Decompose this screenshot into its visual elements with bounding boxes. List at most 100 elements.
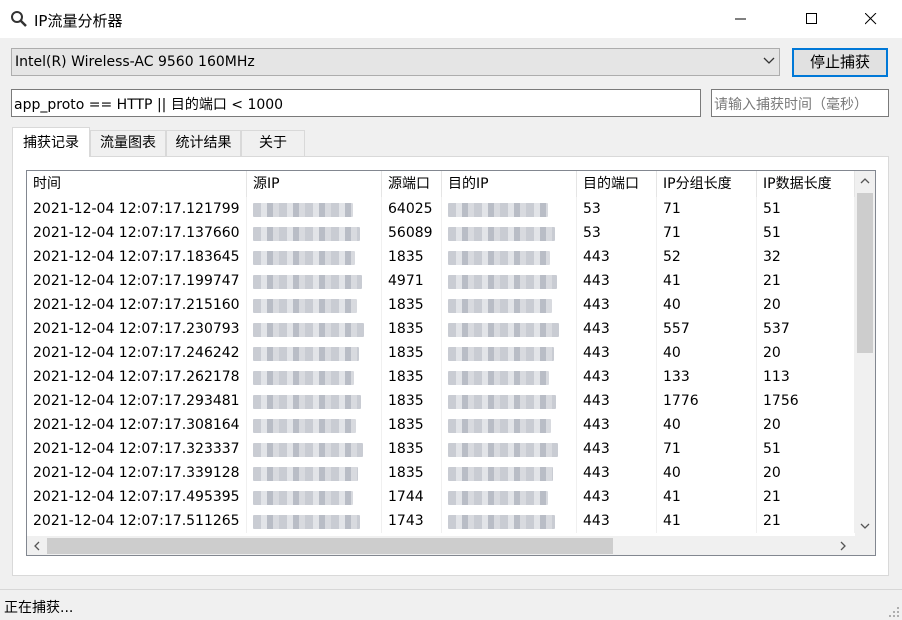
table-row[interactable]: 2021-12-04 12:07:17.183645 1835 443 52 32: [27, 245, 855, 269]
chevron-right-icon: [840, 541, 846, 551]
cell-src-ip: [247, 509, 382, 533]
blurred-ip-placeholder: [448, 323, 559, 337]
table-row[interactable]: 2021-12-04 12:07:17.293481 1835 443 1776 175…: [27, 389, 855, 413]
cell-src-port: 1835: [382, 245, 442, 269]
filter-input[interactable]: app_proto == HTTP || 目的端口 < 1000: [11, 89, 701, 117]
column-header-ip-packet-length[interactable]: IP分组长度: [657, 171, 757, 197]
table-row[interactable]: 2021-12-04 12:07:17.511265 1743 443 41 21: [27, 509, 855, 533]
magnifier-icon: [10, 10, 28, 28]
cell-ip-packet-length: 40: [657, 293, 757, 317]
table-row[interactable]: 2021-12-04 12:07:17.262178 1835 443 133 113: [27, 365, 855, 389]
blurred-ip-placeholder: [253, 203, 353, 217]
minimize-icon: [735, 18, 746, 20]
table-row[interactable]: 2021-12-04 12:07:17.323337 1835 443 71 51: [27, 437, 855, 461]
cell-ip-packet-length: 41: [657, 269, 757, 293]
blurred-ip-placeholder: [253, 299, 357, 313]
table-row[interactable]: 2021-12-04 12:07:17.246242 1835 443 40 20: [27, 341, 855, 365]
cell-ip-data-length: 51: [757, 197, 855, 221]
cell-ip-data-length: 20: [757, 461, 855, 485]
cell-src-port: 1835: [382, 437, 442, 461]
capture-time-placeholder: 请输入捕获时间（毫秒）: [714, 97, 868, 113]
stop-capture-button[interactable]: 停止捕获: [792, 48, 888, 77]
blurred-ip-placeholder: [448, 203, 548, 217]
status-text: 正在捕获...: [4, 600, 74, 616]
cell-src-ip: [247, 341, 382, 365]
cell-dst-port: 443: [577, 341, 657, 365]
cell-ip-packet-length: 71: [657, 197, 757, 221]
cell-time: 2021-12-04 12:07:17.230793: [27, 317, 247, 341]
scroll-right-button[interactable]: [833, 536, 853, 555]
cell-ip-packet-length: 557: [657, 317, 757, 341]
cell-dst-ip: [442, 437, 577, 461]
cell-dst-port: 443: [577, 509, 657, 533]
blurred-ip-placeholder: [448, 371, 549, 385]
cell-src-port: 56089: [382, 221, 442, 245]
table-row[interactable]: 2021-12-04 12:07:17.339128 1835 443 40 20: [27, 461, 855, 485]
scroll-corner: [855, 536, 875, 555]
column-header-dst-port[interactable]: 目的端口: [577, 171, 657, 197]
blurred-ip-placeholder: [448, 419, 551, 433]
horizontal-scroll-thumb[interactable]: [47, 538, 613, 554]
cell-src-ip: [247, 221, 382, 245]
cell-time: 2021-12-04 12:07:17.199747: [27, 269, 247, 293]
table-row[interactable]: 2021-12-04 12:07:17.215160 1835 443 40 20: [27, 293, 855, 317]
capture-table[interactable]: 时间 源IP 源端口 目的IP 目的端口 IP分组长度 IP数据长度 2021-…: [26, 170, 876, 556]
table-row[interactable]: 2021-12-04 12:07:17.199747 4971 443 41 21: [27, 269, 855, 293]
table-row[interactable]: 2021-12-04 12:07:17.230793 1835 443 557 537: [27, 317, 855, 341]
table-row[interactable]: 2021-12-04 12:07:17.495395 1744 443 41 21: [27, 485, 855, 509]
cell-src-ip: [247, 293, 382, 317]
cell-dst-port: 443: [577, 413, 657, 437]
tab-about[interactable]: 关于: [241, 130, 305, 156]
cell-ip-data-length: 20: [757, 341, 855, 365]
cell-dst-ip: [442, 197, 577, 221]
device-select-value: Intel(R) Wireless-AC 9560 160MHz: [15, 54, 255, 70]
column-header-dst-ip[interactable]: 目的IP: [442, 171, 577, 197]
cell-src-ip: [247, 365, 382, 389]
capture-time-input[interactable]: 请输入捕获时间（毫秒）: [711, 89, 889, 117]
cell-time: 2021-12-04 12:07:17.293481: [27, 389, 247, 413]
vertical-scrollbar[interactable]: [855, 171, 875, 536]
vertical-scroll-thumb[interactable]: [857, 193, 873, 353]
cell-src-ip: [247, 485, 382, 509]
cell-dst-ip: [442, 269, 577, 293]
cell-dst-port: 443: [577, 317, 657, 341]
column-header-ip-data-length[interactable]: IP数据长度: [757, 171, 855, 197]
table-row[interactable]: 2021-12-04 12:07:17.308164 1835 443 40 20: [27, 413, 855, 437]
cell-dst-ip: [442, 221, 577, 245]
minimize-button[interactable]: [718, 0, 764, 38]
cell-src-ip: [247, 461, 382, 485]
status-bar: 正在捕获...: [0, 589, 902, 620]
column-header-src-port[interactable]: 源端口: [382, 171, 442, 197]
cell-src-ip: [247, 317, 382, 341]
tab-traffic-chart[interactable]: 流量图表: [90, 130, 166, 156]
cell-ip-data-length: 1756: [757, 389, 855, 413]
column-header-src-ip[interactable]: 源IP: [247, 171, 382, 197]
tab-statistics[interactable]: 统计结果: [166, 130, 241, 156]
resize-grip-icon[interactable]: [888, 606, 900, 618]
tab-capture-records[interactable]: 捕获记录: [12, 127, 90, 157]
cell-ip-data-length: 113: [757, 365, 855, 389]
blurred-ip-placeholder: [253, 443, 363, 457]
filter-input-value: app_proto == HTTP || 目的端口 < 1000: [14, 97, 284, 113]
maximize-button[interactable]: [789, 0, 835, 38]
cell-ip-packet-length: 40: [657, 413, 757, 437]
cell-time: 2021-12-04 12:07:17.262178: [27, 365, 247, 389]
cell-time: 2021-12-04 12:07:17.183645: [27, 245, 247, 269]
device-select[interactable]: Intel(R) Wireless-AC 9560 160MHz: [11, 48, 780, 76]
scroll-left-button[interactable]: [27, 536, 47, 555]
scroll-up-button[interactable]: [855, 171, 875, 191]
column-header-time[interactable]: 时间: [27, 171, 247, 197]
table-row[interactable]: 2021-12-04 12:07:17.137660 56089 53 71 51: [27, 221, 855, 245]
scroll-down-button[interactable]: [855, 516, 875, 536]
cell-dst-ip: [442, 245, 577, 269]
cell-dst-ip: [442, 509, 577, 533]
table-row[interactable]: 2021-12-04 12:07:17.121799 64025 53 71 51: [27, 197, 855, 221]
cell-ip-data-length: 21: [757, 509, 855, 533]
cell-src-port: 1835: [382, 317, 442, 341]
cell-ip-packet-length: 133: [657, 365, 757, 389]
blurred-ip-placeholder: [253, 491, 353, 505]
blurred-ip-placeholder: [448, 443, 558, 457]
horizontal-scrollbar[interactable]: [27, 536, 855, 555]
close-button[interactable]: [848, 0, 894, 38]
close-icon: [865, 13, 877, 25]
